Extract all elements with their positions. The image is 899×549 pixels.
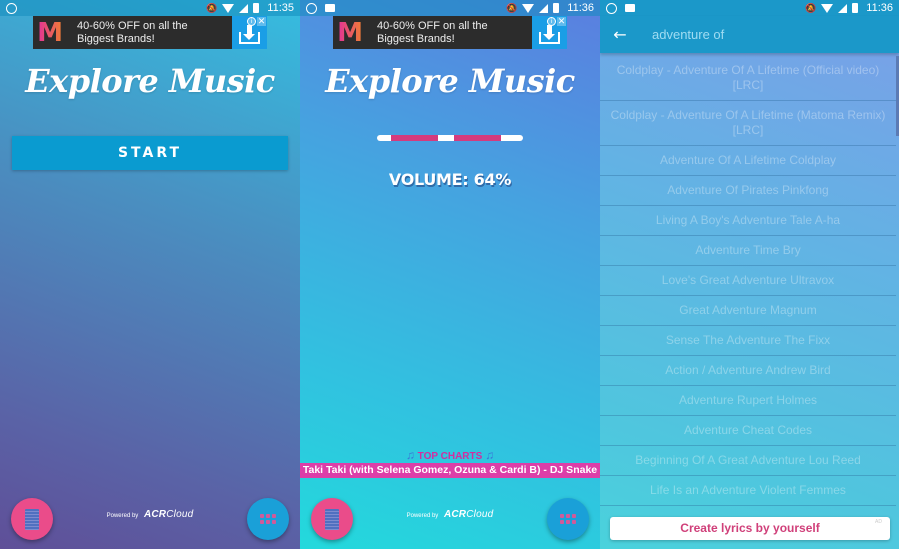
ad-download-button[interactable]: i ✕ (232, 16, 267, 49)
wifi-icon (222, 3, 235, 13)
status-time: 11:36 (866, 2, 893, 14)
back-arrow-icon[interactable]: ← (600, 16, 640, 53)
ad-close-icon[interactable]: ✕ (557, 17, 566, 26)
search-result-item[interactable]: Great Adventure Magnum (600, 296, 896, 326)
top-charts-label: TOP CHARTS (417, 451, 483, 462)
screen-home: 🔕 11:35 M 40-60% OFF on all the Biggest … (0, 0, 300, 549)
search-result-item[interactable]: Adventure Of A Lifetime Coldplay (600, 146, 896, 176)
volume-meter-segment (454, 135, 501, 141)
create-lyrics-label: Create lyrics by yourself (680, 521, 820, 535)
wifi-icon (821, 3, 834, 13)
myntra-logo-icon: M (337, 17, 363, 48)
status-bar: 🔕 11:36 (300, 0, 600, 16)
whatsapp-icon (306, 2, 317, 14)
search-result-item[interactable]: Adventure Cheat Codes (600, 416, 896, 446)
ad-text-line2: Biggest Brands! (377, 32, 455, 45)
search-result-item[interactable]: Love's Great Adventure Ultravox (600, 266, 896, 296)
search-result-item[interactable]: Action / Adventure Andrew Bird (600, 356, 896, 386)
menu-grid-button[interactable] (547, 498, 589, 540)
ad-info-icon[interactable]: i (247, 17, 256, 26)
music-note-icon: ♫ (405, 448, 415, 462)
lyrics-list-button[interactable] (11, 498, 53, 540)
list-icon (25, 508, 39, 530)
bell-muted-icon: 🔕 (206, 2, 218, 13)
volume-meter-segment (391, 135, 438, 141)
bell-muted-icon: 🔕 (805, 2, 817, 13)
create-lyrics-ad-button[interactable]: Create lyrics by yourself AD (610, 517, 890, 540)
lyrics-list-button[interactable] (311, 498, 353, 540)
battery-icon (553, 3, 560, 13)
powered-by-text: Powered by (106, 513, 139, 519)
volume-meter (377, 135, 523, 141)
search-result-item[interactable]: Life Is an Adventure Violent Femmes (600, 476, 896, 506)
music-note-icon: ♫ (485, 448, 495, 462)
search-result-item[interactable]: Adventure Rupert Holmes (600, 386, 896, 416)
wifi-icon (522, 3, 535, 13)
image-icon (325, 4, 335, 12)
search-result-item[interactable]: Adventure Of Pirates Pinkfong (600, 176, 896, 206)
volume-label: VOLUME: 64% (388, 170, 512, 189)
search-result-item[interactable]: Coldplay - Adventure Of A Lifetime (Mato… (600, 101, 896, 146)
download-arrow-icon (243, 25, 255, 40)
signal-icon (239, 3, 249, 13)
screen-search: 🔕 11:36 ← Coldplay - Adventure Of A Life… (600, 0, 899, 549)
grid-icon (560, 514, 576, 524)
search-result-item[interactable]: Living A Boy's Adventure Tale A-ha (600, 206, 896, 236)
ad-banner[interactable]: M 40-60% OFF on all the Biggest Brands! … (33, 16, 267, 49)
search-input[interactable] (652, 27, 872, 42)
ad-info-icon[interactable]: i (547, 17, 556, 26)
acrcloud-logo: ACRCloud (143, 509, 194, 520)
acrcloud-logo: ACRCloud (443, 509, 494, 520)
status-time: 11:36 (567, 2, 594, 14)
ad-banner[interactable]: M 40-60% OFF on all the Biggest Brands! … (333, 16, 567, 49)
grid-icon (260, 514, 276, 524)
ad-tag: AD (875, 519, 882, 525)
ad-text-line1: 40-60% OFF on all the (377, 19, 488, 32)
bell-muted-icon: 🔕 (506, 2, 518, 13)
top-charts-heading[interactable]: ♫ TOP CHARTS ♫ (300, 448, 600, 462)
ad-close-icon[interactable]: ✕ (257, 17, 266, 26)
search-results-list: Coldplay - Adventure Of A Lifetime (Offi… (600, 56, 896, 506)
status-bar: 🔕 11:35 (0, 0, 300, 16)
app-title: Explore Music (325, 62, 575, 100)
list-icon (325, 508, 339, 530)
start-button[interactable]: START (12, 136, 288, 170)
signal-icon (838, 3, 848, 13)
powered-by-text: Powered by (406, 513, 439, 519)
app-title: Explore Music (25, 62, 275, 100)
ad-download-button[interactable]: i ✕ (532, 16, 567, 49)
ad-text-line2: Biggest Brands! (77, 32, 155, 45)
status-bar: 🔕 11:36 (600, 0, 899, 16)
image-icon (625, 4, 635, 12)
download-arrow-icon (543, 25, 555, 40)
ad-text: 40-60% OFF on all the Biggest Brands! (367, 20, 532, 46)
whatsapp-icon (606, 2, 617, 14)
search-result-item[interactable]: Sense The Adventure The Fixx (600, 326, 896, 356)
whatsapp-icon (6, 2, 17, 14)
battery-icon (253, 3, 260, 13)
ad-text-line1: 40-60% OFF on all the (77, 19, 188, 32)
top-charts-song[interactable]: Taki Taki (with Selena Gomez, Ozuna & Ca… (300, 463, 600, 478)
ad-text: 40-60% OFF on all the Biggest Brands! (67, 20, 232, 46)
search-app-bar: ← (600, 16, 899, 53)
signal-icon (539, 3, 549, 13)
myntra-logo-icon: M (37, 17, 63, 48)
search-result-item[interactable]: Adventure Time Bry (600, 236, 896, 266)
search-result-item[interactable]: Coldplay - Adventure Of A Lifetime (Offi… (600, 56, 896, 101)
battery-icon (852, 3, 859, 13)
status-time: 11:35 (267, 2, 294, 14)
menu-grid-button[interactable] (247, 498, 289, 540)
search-result-item[interactable]: Beginning Of A Great Adventure Lou Reed (600, 446, 896, 476)
